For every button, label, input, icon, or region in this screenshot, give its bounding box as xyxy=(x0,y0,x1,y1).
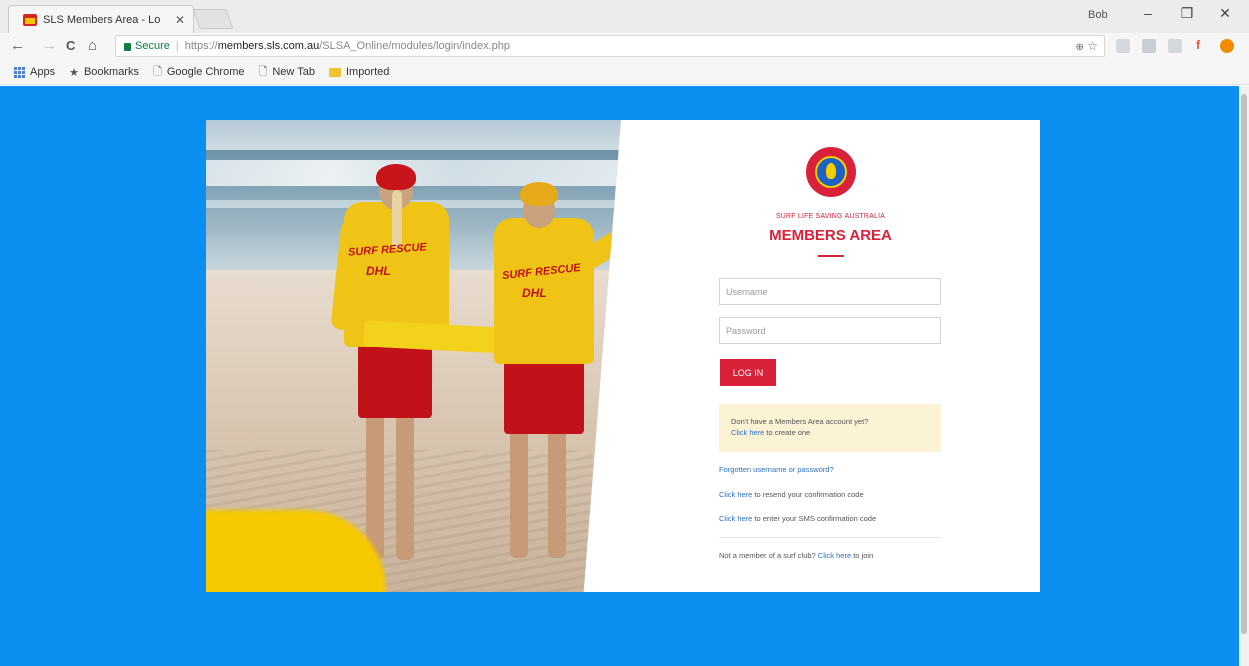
login-button[interactable]: LOG IN xyxy=(720,359,776,386)
notice-tail: to create one xyxy=(764,428,811,437)
notice-line: Click here to create one xyxy=(731,427,941,438)
photo-shorts xyxy=(504,352,584,434)
bookmark-apps[interactable]: Apps xyxy=(14,66,55,78)
sls-logo xyxy=(806,147,856,197)
bookmark-label: New Tab xyxy=(272,66,315,78)
create-account-notice: Don't have a Members Area account yet? C… xyxy=(719,404,941,452)
address-bar[interactable]: Secure | https:// members.sls.com.au /SL… xyxy=(115,35,1105,57)
profile-chip[interactable]: Bob xyxy=(1088,9,1108,21)
tab-sls-members-area[interactable]: SLS Members Area - Lo ✕ xyxy=(8,5,194,33)
zoom-icon[interactable]: ⊕ xyxy=(1076,42,1084,53)
photo-cap xyxy=(520,182,558,206)
back-icon[interactable]: ← xyxy=(10,37,25,54)
join-line: Not a member of a surf club? Click here … xyxy=(719,551,969,560)
bookmarks-bar: Apps ★ Bookmarks 🗋 Google Chrome 🗋 New T… xyxy=(0,60,1249,85)
password-input[interactable] xyxy=(719,317,941,344)
bookmark-new-tab[interactable]: 🗋 New Tab xyxy=(259,63,315,82)
maximize-button[interactable]: ❐ xyxy=(1172,5,1202,22)
resend-line: Click here to resend your confirmation c… xyxy=(719,490,969,499)
minimize-button[interactable]: – xyxy=(1133,5,1163,21)
page-icon: 🗋 xyxy=(152,65,162,78)
extension-icon[interactable] xyxy=(1116,39,1130,53)
username-input[interactable] xyxy=(719,278,941,305)
extension-icon[interactable] xyxy=(1142,39,1156,53)
star-icon: ★ xyxy=(69,66,79,79)
notice-text: Don't have a Members Area account yet? xyxy=(731,417,869,426)
photo-leg xyxy=(396,410,414,560)
join-tail: to join xyxy=(851,551,874,560)
join-lead: Not a member of a surf club? xyxy=(719,551,818,560)
scrollbar-thumb[interactable] xyxy=(1241,94,1247,634)
address-separator: | xyxy=(175,40,179,52)
brand-subtitle: SURF LIFE SAVING AUSTRALIA xyxy=(775,213,886,220)
bookmark-bookmarks[interactable]: ★ Bookmarks xyxy=(69,66,139,79)
apps-grid-icon xyxy=(14,66,25,78)
sms-code-link[interactable]: Click here xyxy=(719,514,752,523)
create-account-link[interactable]: Click here xyxy=(731,428,764,437)
url-host: members.sls.com.au xyxy=(217,40,320,52)
resend-tail: to resend your confirmation code xyxy=(752,490,864,499)
resend-code-link[interactable]: Click here xyxy=(719,490,752,499)
photo-leg xyxy=(510,428,528,558)
sls-logo-emblem-icon xyxy=(815,156,847,188)
sls-favicon-icon xyxy=(23,13,37,26)
bookmark-label: Apps xyxy=(30,66,56,78)
page-scrollbar[interactable] xyxy=(1239,86,1249,666)
lock-icon xyxy=(124,43,131,51)
omnibox-actions: ⊕ ☆ xyxy=(1076,39,1099,53)
url-protocol: https:// xyxy=(184,40,218,52)
extension-f-icon[interactable]: f xyxy=(1196,38,1210,52)
bookmark-star-icon[interactable]: ☆ xyxy=(1087,39,1098,53)
bookmark-label: Bookmarks xyxy=(83,66,139,78)
new-tab-button[interactable] xyxy=(192,9,234,29)
forgot-line: Forgotten username or password? xyxy=(719,465,969,474)
url-path: /SLSA_Online/modules/login/index.php xyxy=(319,40,511,52)
forgot-credentials-link[interactable]: Forgotten username or password? xyxy=(719,465,834,474)
bookmark-imported[interactable]: Imported xyxy=(328,66,390,78)
shirt-text: DHL xyxy=(366,264,391,278)
login-card: SURF RESCUE DHL SURF RESCUE DHL SURF LIF… xyxy=(206,120,1040,592)
page-icon: 🗋 xyxy=(258,65,268,78)
sms-line: Click here to enter your SMS confirmatio… xyxy=(719,514,969,523)
page-title: MEMBERS AREA xyxy=(769,227,892,244)
bookmark-label: Imported xyxy=(345,66,390,78)
photo-leg xyxy=(548,428,566,558)
links-divider xyxy=(719,537,941,538)
extension-icon[interactable] xyxy=(1168,39,1182,53)
close-tab-icon[interactable]: ✕ xyxy=(175,13,185,27)
tab-strip: SLS Members Area - Lo ✕ Bob – ❐ ✕ xyxy=(0,0,1249,33)
extension-orange-icon[interactable] xyxy=(1220,39,1234,53)
close-window-button[interactable]: ✕ xyxy=(1210,5,1240,22)
lifesaver-left: SURF RESCUE DHL xyxy=(330,160,456,560)
photo-sky xyxy=(206,120,621,150)
home-icon[interactable]: ⌂ xyxy=(88,37,97,54)
hero-beach-photo: SURF RESCUE DHL SURF RESCUE DHL xyxy=(206,120,621,592)
reload-icon[interactable]: C xyxy=(66,38,75,53)
login-panel: SURF LIFE SAVING AUSTRALIA MEMBERS AREA … xyxy=(621,120,1040,592)
shirt-text: DHL xyxy=(522,286,547,300)
lifesaver-right: SURF RESCUE DHL xyxy=(488,178,621,558)
bookmark-google-chrome[interactable]: 🗋 Google Chrome xyxy=(153,63,245,82)
folder-icon xyxy=(328,67,341,77)
sms-tail: to enter your SMS confirmation code xyxy=(752,514,877,523)
forward-icon[interactable]: → xyxy=(42,37,57,54)
title-divider xyxy=(818,255,844,257)
bookmark-label: Google Chrome xyxy=(166,66,245,78)
photo-cap xyxy=(376,164,416,190)
secure-label: Secure xyxy=(135,40,170,52)
photo-leg xyxy=(366,410,384,560)
browser-toolbar: ← → C ⌂ Secure | https:// members.sls.co… xyxy=(0,33,1249,60)
join-club-link[interactable]: Click here xyxy=(818,551,851,560)
photo-ponytail xyxy=(392,190,402,248)
tab-title: SLS Members Area - Lo xyxy=(43,13,161,26)
